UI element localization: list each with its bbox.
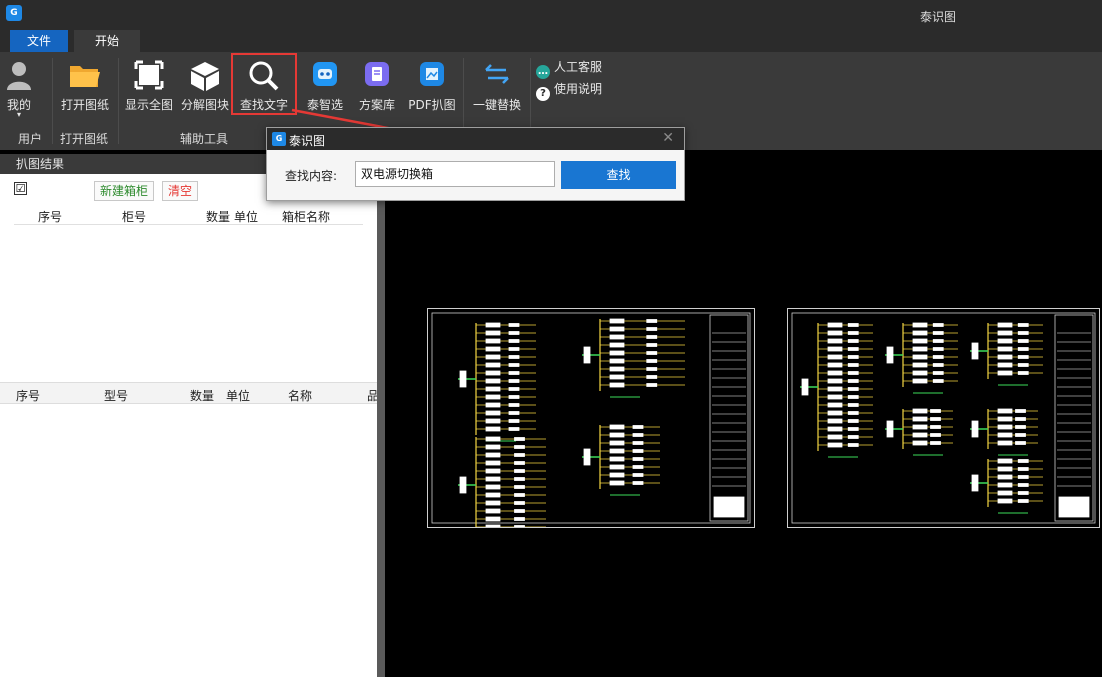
swap-icon [485, 64, 509, 84]
library-icon [365, 62, 389, 86]
explode-block-button[interactable]: 分解图块 [178, 56, 232, 120]
find-content-input[interactable]: 双电源切换箱 [355, 161, 555, 187]
new-cabinet-button[interactable]: 新建箱柜 [94, 181, 155, 201]
cabinet-table-header: 序号 柜号 数量 单位 箱柜名称 [14, 205, 363, 225]
ribbon-separator [52, 58, 53, 144]
explode-block-label: 分解图块 [180, 98, 229, 112]
tai-smart-button[interactable]: 泰智选 [298, 56, 352, 120]
close-icon[interactable]: ✕ [662, 130, 674, 146]
app-logo-icon: G [272, 132, 286, 146]
app-window: G 泰识图 文件 开始 我的 ▾ 打开图纸 显示全图 分解图块 查找文字 泰智选… [0, 0, 1102, 677]
mine-button[interactable]: 我的 ▾ [4, 56, 34, 120]
pdf-image-icon [420, 62, 444, 86]
col-header: 数量 [206, 210, 231, 224]
dialog-title: 泰识图 [289, 134, 326, 148]
tab-start[interactable]: 开始 [74, 30, 140, 52]
dialog-title-bar: G 泰识图 ✕ [267, 128, 684, 150]
show-all-label: 显示全图 [124, 98, 173, 112]
col-header: 数量 [190, 389, 215, 403]
schematic-drawing [791, 312, 1096, 524]
panel-splitter[interactable] [377, 154, 385, 677]
material-table-body [14, 405, 363, 677]
drawing-canvas[interactable] [385, 154, 1102, 677]
tai-smart-label: 泰智选 [306, 98, 343, 112]
pdf-capture-button[interactable]: PDF扒图 [404, 56, 460, 120]
col-header: 名称 [288, 389, 313, 403]
col-header: 箱柜名称 [282, 210, 331, 224]
robot-icon [313, 62, 337, 86]
help-icon: ? [536, 87, 550, 101]
cube-icon [191, 62, 219, 91]
fullscreen-icon [134, 60, 164, 90]
group-label-user: 用户 [18, 132, 43, 146]
col-header: 单位 [226, 389, 251, 403]
find-button[interactable]: 查找 [561, 161, 676, 189]
tab-file[interactable]: 文件 [10, 30, 68, 52]
clear-button[interactable]: 清空 [162, 181, 199, 201]
col-header: 单位 [234, 210, 259, 224]
help-button[interactable]: ? 使用说明 [536, 80, 603, 101]
support-label: 人工客服 [554, 60, 603, 74]
help-label: 使用说明 [554, 82, 603, 96]
dropdown-icon: ▾ [16, 110, 21, 119]
one-key-replace-button[interactable]: 一键替换 [468, 56, 526, 120]
ribbon-separator [118, 58, 119, 144]
pdf-capture-label: PDF扒图 [408, 98, 456, 112]
app-logo-icon: G [6, 5, 22, 21]
chat-icon: … [536, 65, 550, 79]
col-header: 型号 [104, 389, 129, 403]
user-icon [7, 62, 31, 90]
support-button[interactable]: … 人工客服 [536, 58, 603, 79]
col-header: 序号 [38, 210, 63, 224]
window-title: 泰识图 [920, 10, 957, 24]
title-bar: G 泰识图 [0, 0, 1102, 30]
group-label-open-drawing: 打开图纸 [60, 132, 109, 146]
menu-tabs: 文件 开始 [0, 30, 1102, 52]
show-all-button[interactable]: 显示全图 [122, 56, 176, 120]
material-table-header: 序号 型号 数量 单位 名称 品 [0, 382, 379, 404]
find-text-highlight [231, 53, 297, 115]
scheme-library-button[interactable]: 方案库 [350, 56, 404, 120]
drawing-sheet-2[interactable] [787, 308, 1100, 528]
one-key-replace-label: 一键替换 [472, 98, 521, 112]
find-content-label: 查找内容: [285, 169, 338, 183]
open-drawing-label: 打开图纸 [60, 98, 109, 112]
cabinet-table-body [14, 226, 363, 380]
open-drawing-button[interactable]: 打开图纸 [58, 56, 112, 120]
capture-results-panel: 扒图结果 ☑ 新建箱柜 清空 序号 柜号 数量 单位 箱柜名称 序号 型号 数量… [0, 154, 379, 677]
scheme-library-label: 方案库 [358, 98, 395, 112]
col-header: 柜号 [122, 210, 147, 224]
folder-icon [70, 66, 100, 87]
select-all-checkbox[interactable]: ☑ [14, 182, 27, 195]
col-header: 序号 [16, 389, 41, 403]
schematic-drawing [431, 312, 751, 527]
find-dialog: G 泰识图 ✕ 查找内容: 双电源切换箱 查找 [266, 127, 685, 201]
group-label-aux-tools: 辅助工具 [180, 132, 229, 146]
drawing-sheet-1[interactable] [427, 308, 755, 528]
